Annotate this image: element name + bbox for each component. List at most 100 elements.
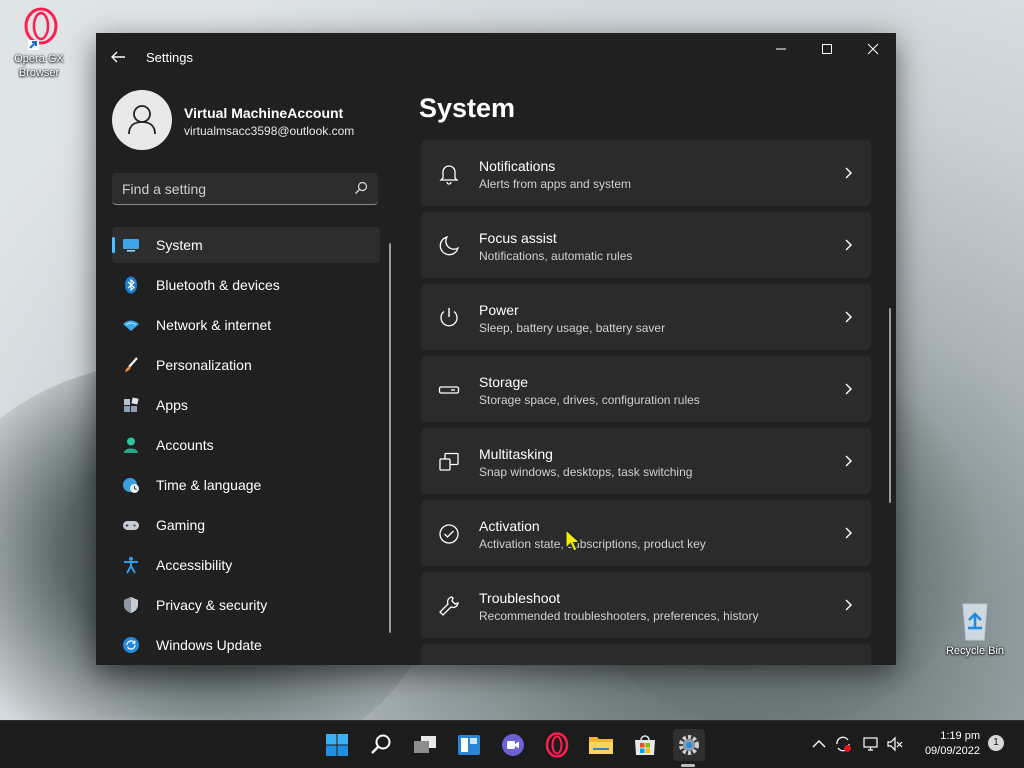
settings-taskbar-button[interactable]	[673, 729, 705, 761]
card-troubleshoot[interactable]: Troubleshoot Recommended troubleshooters…	[421, 572, 871, 638]
card-activation[interactable]: Activation Activation state, subscriptio…	[421, 500, 871, 566]
task-view-icon	[414, 736, 436, 753]
card-title: Storage	[479, 374, 529, 390]
bell-icon	[439, 165, 459, 185]
sidebar-item-system[interactable]: System	[112, 227, 380, 263]
taskbar-clock[interactable]: 1:19 pm 09/09/2022	[912, 729, 980, 759]
volume-muted-icon[interactable]	[886, 735, 904, 753]
chevron-right-icon	[845, 239, 852, 251]
card-subtitle: Activation state, subscriptions, product…	[479, 537, 706, 551]
content-scrollbar[interactable]	[889, 308, 891, 503]
desktop-icon-label: Browser	[18, 67, 60, 79]
update-icon	[123, 637, 139, 653]
sidebar-item-label: Network & internet	[156, 317, 272, 333]
card-storage[interactable]: Storage Storage space, drives, configura…	[421, 356, 871, 422]
shield-icon	[124, 597, 138, 613]
minimize-button[interactable]	[758, 33, 804, 65]
settings-window: Settings Virtual MachineAccount virtualm…	[96, 33, 896, 665]
minimize-icon	[776, 48, 786, 50]
chevron-right-icon	[845, 167, 852, 179]
card-partial[interactable]	[421, 644, 871, 665]
widgets-button[interactable]	[453, 729, 485, 761]
sidebar-scrollbar[interactable]	[389, 243, 391, 633]
task-view-button[interactable]	[409, 729, 441, 761]
sidebar-item-windows-update[interactable]: Windows Update	[112, 627, 380, 663]
sidebar-item-time-language[interactable]: Time & language	[112, 467, 380, 503]
card-focus-assist[interactable]: Focus assist Notifications, automatic ru…	[421, 212, 871, 278]
recycle-bin-icon	[953, 598, 997, 642]
opera-gx-icon	[17, 6, 61, 50]
sidebar-item-network[interactable]: Network & internet	[112, 307, 380, 343]
notification-badge[interactable]: 1	[988, 735, 1004, 751]
card-subtitle: Recommended troubleshooters, preferences…	[479, 609, 759, 623]
start-icon	[326, 734, 348, 756]
card-subtitle: Snap windows, desktops, task switching	[479, 465, 693, 479]
file-explorer-button[interactable]	[585, 729, 617, 761]
settings-icon	[679, 735, 699, 755]
account-name: Virtual MachineAccount	[184, 105, 344, 121]
widgets-icon	[458, 735, 480, 755]
sidebar-item-bluetooth[interactable]: Bluetooth & devices	[112, 267, 380, 303]
sidebar-item-gaming[interactable]: Gaming	[112, 507, 380, 543]
network-icon[interactable]	[862, 735, 880, 753]
sidebar-item-privacy-security[interactable]: Privacy & security	[112, 587, 380, 623]
multitask-icon	[439, 452, 459, 471]
drive-icon	[438, 386, 460, 394]
card-title: Power	[479, 302, 519, 318]
account-email: virtualmsacc3598@outlook.com	[184, 124, 355, 138]
active-app-indicator	[681, 764, 695, 767]
active-indicator	[112, 237, 115, 253]
microsoft-store-button[interactable]	[629, 729, 661, 761]
gamepad-icon	[123, 521, 139, 530]
accessibility-icon	[124, 556, 138, 574]
apps-icon	[124, 397, 139, 412]
close-icon	[867, 43, 879, 55]
close-button[interactable]	[850, 33, 896, 65]
title-bar: Settings	[96, 33, 896, 81]
chevron-up-icon[interactable]	[810, 735, 828, 753]
maximize-icon	[822, 44, 832, 54]
globe-clock-icon	[123, 478, 139, 493]
maximize-button[interactable]	[804, 33, 850, 65]
brush-icon	[125, 357, 138, 372]
taskbar-search-button[interactable]	[365, 729, 397, 761]
sidebar-item-label: Bluetooth & devices	[156, 277, 280, 293]
card-title: Focus assist	[479, 230, 557, 246]
start-button[interactable]	[321, 729, 353, 761]
card-title: Troubleshoot	[479, 590, 561, 606]
sync-icon[interactable]	[834, 735, 852, 753]
sidebar-item-label: Privacy & security	[156, 597, 268, 613]
sidebar-item-label: Accessibility	[156, 557, 233, 573]
opera-gx-taskbar-button[interactable]	[541, 729, 573, 761]
file-explorer-icon	[589, 737, 613, 754]
search-input[interactable]	[112, 173, 354, 205]
chat-icon	[502, 734, 524, 756]
card-notifications[interactable]: Notifications Alerts from apps and syste…	[421, 140, 871, 206]
find-setting-search[interactable]	[112, 173, 378, 205]
monitor-icon	[123, 239, 139, 252]
chevron-right-icon	[845, 599, 852, 611]
wifi-icon	[123, 320, 139, 331]
clock-time: 1:19 pm	[940, 730, 980, 742]
search-icon[interactable]	[354, 181, 368, 195]
back-button[interactable]	[108, 47, 128, 67]
desktop-icon-opera-gx[interactable]: Opera GX Browser	[4, 6, 74, 80]
sidebar-item-accessibility[interactable]: Accessibility	[112, 547, 380, 583]
person-icon	[124, 437, 138, 453]
sidebar-item-personalization[interactable]: Personalization	[112, 347, 380, 383]
card-title: Activation	[479, 518, 540, 534]
card-subtitle: Storage space, drives, configuration rul…	[479, 393, 700, 407]
sidebar-item-label: Accounts	[156, 437, 214, 453]
chevron-right-icon	[845, 383, 852, 395]
desktop-icon-recycle-bin[interactable]: Recycle Bin	[940, 598, 1010, 658]
sidebar-item-label: Apps	[156, 397, 188, 413]
card-subtitle: Alerts from apps and system	[479, 177, 632, 191]
chat-button[interactable]	[497, 729, 529, 761]
card-power[interactable]: Power Sleep, battery usage, battery save…	[421, 284, 871, 350]
sidebar-item-accounts[interactable]: Accounts	[112, 427, 380, 463]
sidebar-item-label: Time & language	[156, 477, 262, 493]
chevron-right-icon	[845, 455, 852, 467]
sidebar-item-apps[interactable]: Apps	[112, 387, 380, 423]
card-multitasking[interactable]: Multitasking Snap windows, desktops, tas…	[421, 428, 871, 494]
wrench-icon	[439, 596, 459, 616]
